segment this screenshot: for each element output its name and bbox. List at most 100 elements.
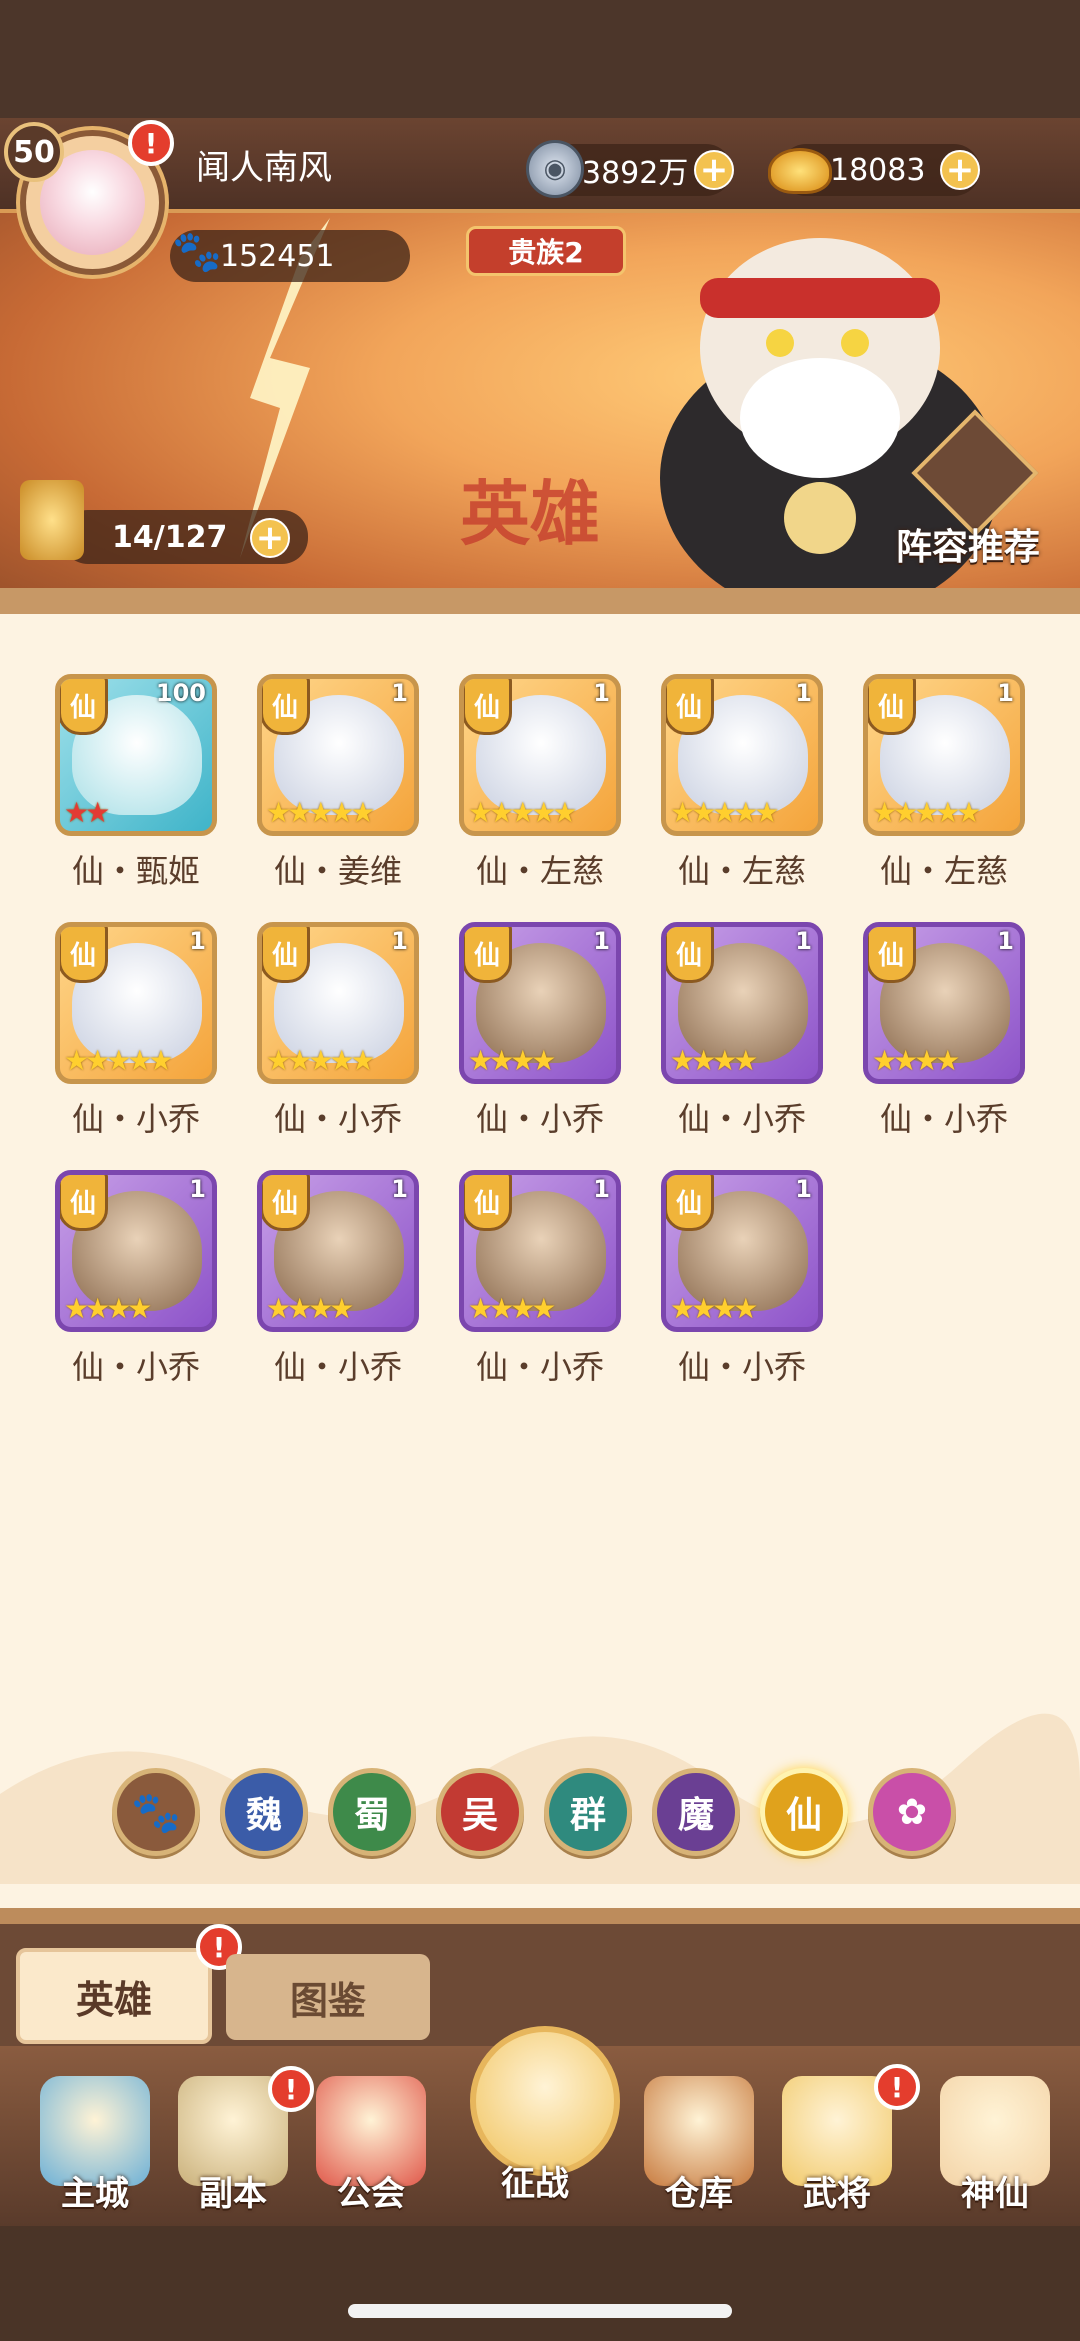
- hero-portrait: 仙 1 ★★★★: [459, 1170, 621, 1332]
- nav-label: 主城: [61, 2174, 129, 2214]
- hero-card[interactable]: 仙 1 ★★★★ 仙・小乔: [440, 1170, 640, 1400]
- hero-level: 1: [593, 927, 610, 955]
- hero-stars: ★★: [64, 796, 110, 829]
- hero-level: 1: [189, 1175, 206, 1203]
- home-indicator-area: [0, 2226, 1080, 2341]
- hero-name: 仙・小乔: [475, 1348, 604, 1386]
- faction-tag: 仙: [60, 927, 108, 983]
- faction-tag: 仙: [60, 1175, 108, 1231]
- player-level-badge: 50: [4, 122, 64, 182]
- hero-level: 1: [593, 1175, 610, 1203]
- hero-card[interactable]: 仙 1 ★★★★★ 仙・左慈: [440, 674, 640, 904]
- hero-stars: ★★★★★: [670, 796, 779, 829]
- hero-card[interactable]: 仙 1 ★★★★ 仙・小乔: [36, 1170, 236, 1400]
- hero-portrait: 仙 1 ★★★★★: [661, 674, 823, 836]
- hero-portrait: 仙 1 ★★★★★: [257, 922, 419, 1084]
- hero-portrait: 仙 1 ★★★★★: [257, 674, 419, 836]
- tab-codex[interactable]: 图鉴: [226, 1954, 430, 2040]
- nav-alert-badge: !: [268, 2066, 314, 2112]
- hero-card[interactable]: 仙 1 ★★★★ 仙・小乔: [642, 1170, 842, 1400]
- hero-count-value: 14/127: [112, 519, 228, 555]
- nav-cat[interactable]: 神仙: [930, 2076, 1060, 2215]
- hero-name: 仙・小乔: [71, 1100, 200, 1138]
- hero-level: 1: [795, 927, 812, 955]
- hero-stars: ★★★★: [670, 1292, 758, 1325]
- hero-count-icon: [20, 480, 84, 560]
- hero-stars: ★★★★★: [468, 796, 577, 829]
- hero-card[interactable]: 仙 1 ★★★★★ 仙・左慈: [642, 674, 842, 904]
- hero-name: 仙・小乔: [71, 1348, 200, 1386]
- hero-stars: ★★★★: [266, 1292, 354, 1325]
- faction-tag: 仙: [262, 927, 310, 983]
- home-indicator[interactable]: [348, 2304, 732, 2318]
- hero-name: 仙・小乔: [879, 1100, 1008, 1138]
- nav-pot[interactable]: 仓库: [634, 2076, 764, 2215]
- hero-level: 1: [391, 927, 408, 955]
- hero-card[interactable]: 仙 100 ★★ 仙・甄姬: [36, 674, 236, 904]
- add-gold-button[interactable]: +: [940, 150, 980, 190]
- hero-portrait: 仙 1 ★★★★★: [55, 922, 217, 1084]
- faction-tag: 仙: [464, 927, 512, 983]
- hero-name: 仙・小乔: [677, 1100, 806, 1138]
- hero-level: 1: [795, 1175, 812, 1203]
- filter-spirit-icon[interactable]: ✿: [868, 1768, 956, 1856]
- hero-card[interactable]: 仙 1 ★★★★★ 仙・左慈: [844, 674, 1044, 904]
- filter-faction[interactable]: 吴: [436, 1768, 524, 1856]
- hero-stars: ★★★★: [872, 1044, 960, 1077]
- filter-paw-icon[interactable]: 🐾: [112, 1768, 200, 1856]
- coin-value: 3892万: [582, 156, 689, 191]
- battle-icon: [470, 2026, 620, 2176]
- tab-heroes[interactable]: 英雄: [16, 1948, 212, 2044]
- hero-card[interactable]: 仙 1 ★★★★★ 仙・小乔: [36, 922, 236, 1152]
- nav-battle[interactable]: 征战: [470, 2026, 620, 2205]
- faction-tag: 仙: [464, 679, 512, 735]
- paw-icon: 🐾: [172, 229, 222, 275]
- lineup-recommend-button[interactable]: 阵容推荐: [896, 518, 1040, 570]
- hero-stars: ★★★★: [64, 1292, 152, 1325]
- hero-name: 仙・左慈: [879, 852, 1008, 890]
- filter-faction[interactable]: 魔: [652, 1768, 740, 1856]
- hero-card[interactable]: 仙 1 ★★★★ 仙・小乔: [238, 1170, 438, 1400]
- hero-banner: 50 ! 闻人南风 152451 🐾 贵族2 3892万 ◉ + 18083 +…: [0, 118, 1080, 588]
- nav-castle[interactable]: 主城: [30, 2076, 160, 2215]
- hero-card[interactable]: 仙 1 ★★★★ 仙・小乔: [642, 922, 842, 1152]
- faction-tag: 仙: [60, 679, 108, 735]
- hero-portrait: 仙 1 ★★★★: [257, 1170, 419, 1332]
- hero-name: 仙・左慈: [475, 852, 604, 890]
- hero-card[interactable]: 仙 1 ★★★★★ 仙・小乔: [238, 922, 438, 1152]
- faction-tag: 仙: [868, 679, 916, 735]
- filter-faction[interactable]: 蜀: [328, 1768, 416, 1856]
- nav-alert-badge: !: [874, 2064, 920, 2110]
- hero-portrait: 仙 100 ★★: [55, 674, 217, 836]
- power-value: 152451: [220, 238, 335, 274]
- hero-portrait: 仙 1 ★★★★★: [459, 674, 621, 836]
- hero-level: 1: [593, 679, 610, 707]
- noble-badge[interactable]: 贵族2: [466, 226, 626, 276]
- hero-name: 仙・小乔: [677, 1348, 806, 1386]
- faction-tag: 仙: [464, 1175, 512, 1231]
- hero-level: 1: [997, 927, 1014, 955]
- hero-name: 仙・甄姬: [71, 852, 200, 890]
- hero-level: 1: [997, 679, 1014, 707]
- gold-ingot-icon: [768, 148, 832, 194]
- filter-faction[interactable]: 群: [544, 1768, 632, 1856]
- nav-label: 武将: [803, 2174, 871, 2214]
- hero-name: 仙・左慈: [677, 852, 806, 890]
- hero-stars: ★★★★★: [64, 1044, 173, 1077]
- add-coins-button[interactable]: +: [694, 150, 734, 190]
- hero-portrait: 仙 1 ★★★★: [661, 922, 823, 1084]
- expand-hero-slots-button[interactable]: +: [250, 518, 290, 558]
- nav-label: 征战: [501, 2164, 569, 2204]
- player-name: 闻人南风: [196, 148, 332, 188]
- hero-card[interactable]: 仙 1 ★★★★★ 仙・姜维: [238, 674, 438, 904]
- hero-name: 仙・小乔: [273, 1348, 402, 1386]
- nav-label: 公会: [337, 2174, 405, 2214]
- hero-stars: ★★★★: [670, 1044, 758, 1077]
- hero-card[interactable]: 仙 1 ★★★★ 仙・小乔: [440, 922, 640, 1152]
- status-bar: [0, 0, 1080, 118]
- filter-faction[interactable]: 魏: [220, 1768, 308, 1856]
- avatar-alert-badge: !: [128, 120, 174, 166]
- hero-card[interactable]: 仙 1 ★★★★ 仙・小乔: [844, 922, 1044, 1152]
- nav-flag[interactable]: 公会: [306, 2076, 436, 2215]
- filter-faction[interactable]: 仙: [760, 1768, 848, 1856]
